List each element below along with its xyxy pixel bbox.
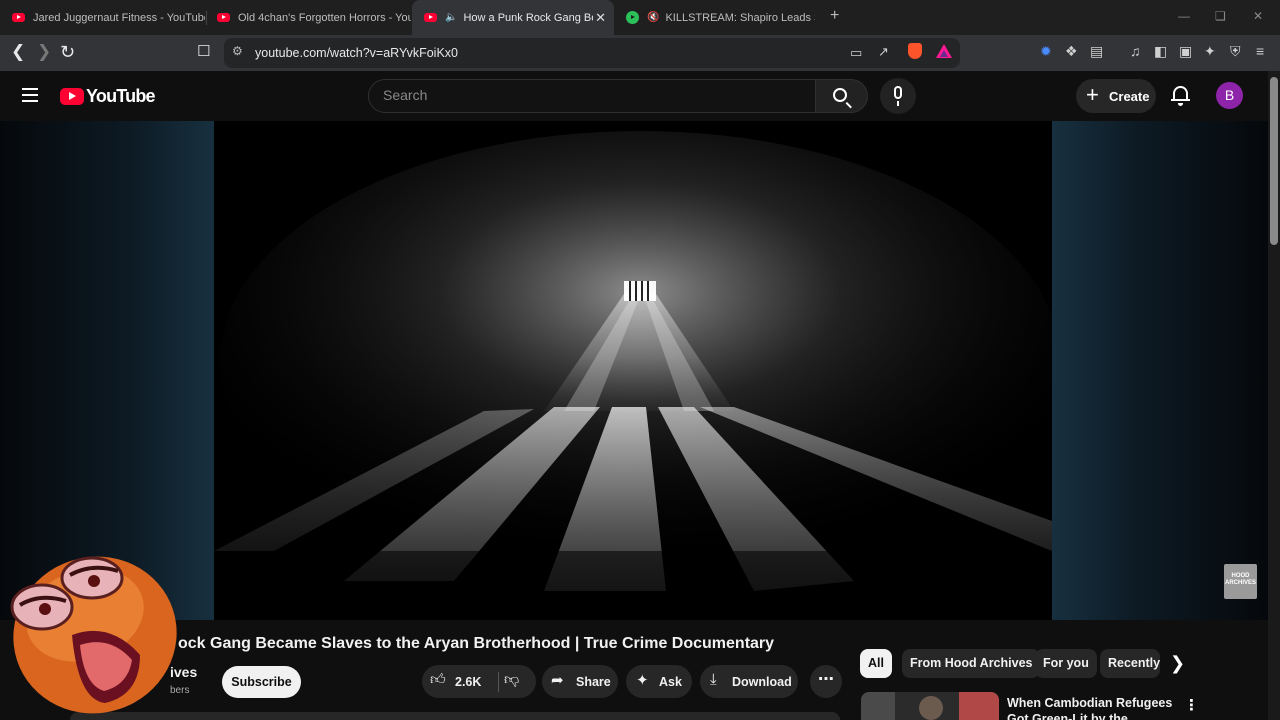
hamburger-menu-icon[interactable] bbox=[22, 88, 38, 102]
create-button[interactable]: + Create bbox=[1076, 79, 1156, 113]
scrollbar-thumb[interactable] bbox=[1270, 77, 1278, 245]
like-divider bbox=[498, 672, 499, 692]
bookmark-icon[interactable]: ☐ bbox=[197, 42, 210, 62]
page-scrollbar[interactable] bbox=[1268, 71, 1280, 720]
description-box[interactable] bbox=[70, 712, 840, 720]
youtube-favicon-icon bbox=[12, 13, 25, 22]
search-input[interactable] bbox=[383, 87, 783, 103]
tab-title: Jared Juggernaut Fitness - YouTube bbox=[33, 11, 205, 24]
chip-for-you[interactable]: For you bbox=[1035, 649, 1097, 678]
share-page-icon[interactable]: ↗ bbox=[878, 44, 889, 60]
window-bars bbox=[624, 281, 656, 301]
wallet-icon[interactable]: ▣ bbox=[1179, 43, 1192, 60]
like-dislike-group: 👍︎ 2.6K 👎︎ bbox=[422, 665, 536, 698]
share-arrow-icon: ➦ bbox=[551, 672, 564, 689]
media-music-icon[interactable]: ♫ bbox=[1130, 43, 1141, 59]
browser-toolbar: ❮ ❯ ↻ ☐ ⚙ youtube.com/watch?v=aRYvkFoiKx… bbox=[0, 35, 1280, 71]
browser-tab[interactable]: 🔇 KILLSTREAM: Shapiro Leads Sma bbox=[614, 0, 820, 35]
forward-arrow-icon[interactable]: ❯ bbox=[37, 42, 51, 62]
new-tab-plus-icon[interactable]: + bbox=[830, 7, 839, 25]
logo-wordmark: YouTube bbox=[86, 86, 156, 106]
audio-playing-icon[interactable]: 🔈 bbox=[445, 12, 457, 23]
rumble-favicon-icon bbox=[626, 11, 639, 24]
like-thumb-icon[interactable]: 👍︎ bbox=[430, 671, 446, 689]
youtube-header: YouTube + Create B bbox=[0, 71, 1268, 121]
restore-icon[interactable]: ❏ bbox=[1215, 9, 1226, 23]
channel-watermark[interactable]: HOOD ARCHIVES bbox=[1224, 564, 1257, 599]
search-box bbox=[368, 79, 816, 113]
more-actions-icon[interactable]: ⋯ bbox=[810, 665, 842, 698]
share-button[interactable]: ➦ Share bbox=[542, 665, 618, 698]
url-text: youtube.com/watch?v=aRYvkFoiKx0 bbox=[255, 46, 459, 60]
related-more-icon[interactable]: ⋮ bbox=[1184, 696, 1199, 714]
close-tab-icon[interactable]: ✕ bbox=[595, 10, 606, 26]
extension-gear-icon[interactable]: ✹ bbox=[1040, 43, 1052, 60]
youtube-favicon-icon bbox=[424, 13, 437, 22]
related-video-thumbnail[interactable] bbox=[861, 692, 999, 720]
sidebar-toggle-icon[interactable]: ◧ bbox=[1154, 43, 1167, 60]
video-player[interactable]: HOOD ARCHIVES bbox=[0, 121, 1268, 620]
like-count[interactable]: 2.6K bbox=[455, 675, 481, 689]
related-video-title[interactable]: When Cambodian Refugees Got Green-Lit by… bbox=[1007, 695, 1179, 720]
ambient-glow-right bbox=[1052, 121, 1268, 620]
voice-search-button[interactable] bbox=[880, 78, 916, 114]
video-frame[interactable] bbox=[214, 121, 1052, 620]
window-close-icon[interactable]: ✕ bbox=[1253, 9, 1263, 23]
dislike-thumb-icon[interactable]: 👎︎ bbox=[504, 671, 519, 689]
video-frame-image bbox=[214, 121, 1052, 620]
chip-all[interactable]: All bbox=[860, 649, 892, 678]
chip-recently[interactable]: Recently bbox=[1100, 649, 1160, 678]
youtube-favicon-icon bbox=[217, 13, 230, 22]
chip-from-channel[interactable]: From Hood Archives bbox=[902, 649, 1041, 678]
ask-label: Ask bbox=[659, 675, 682, 689]
back-arrow-icon[interactable]: ❮ bbox=[11, 42, 25, 62]
plus-icon: + bbox=[1086, 82, 1099, 107]
address-bar[interactable]: ⚙ youtube.com/watch?v=aRYvkFoiKx0 ▭ ↗ bbox=[224, 38, 960, 68]
notifications-bell-icon[interactable] bbox=[1171, 86, 1190, 106]
download-button[interactable]: ⤓ Download bbox=[700, 665, 798, 698]
download-icon: ⤓ bbox=[710, 671, 717, 688]
muted-audio-icon[interactable]: 🔇 bbox=[647, 12, 659, 23]
site-settings-icon[interactable]: ⚙ bbox=[232, 44, 243, 58]
account-avatar[interactable]: B bbox=[1216, 82, 1243, 109]
minimize-icon[interactable]: — bbox=[1178, 9, 1190, 23]
leo-ai-icon[interactable]: ✦ bbox=[1204, 43, 1216, 60]
create-label: Create bbox=[1109, 89, 1150, 104]
vpn-shield-icon[interactable]: ⛨ bbox=[1230, 43, 1241, 60]
extensions-puzzle-icon[interactable]: ❖ bbox=[1065, 43, 1078, 60]
tab-title: KILLSTREAM: Shapiro Leads Sma bbox=[665, 11, 815, 24]
reading-view-icon[interactable]: ▤ bbox=[1090, 43, 1103, 60]
sparkle-icon: ✦ bbox=[636, 672, 649, 689]
browser-tab-strip: Jared Juggernaut Fitness - YouTube Old 4… bbox=[0, 0, 1280, 35]
tab-title: How a Punk Rock Gang Becam bbox=[463, 11, 593, 24]
ask-button[interactable]: ✦ Ask bbox=[626, 665, 692, 698]
chevron-right-icon[interactable]: ❯ bbox=[1170, 653, 1185, 674]
youtube-logo[interactable]: YouTube bbox=[60, 86, 156, 107]
search-button[interactable] bbox=[816, 79, 868, 113]
download-label: Download bbox=[732, 675, 792, 689]
browser-tab-active[interactable]: 🔈 How a Punk Rock Gang Becam ✕ bbox=[412, 0, 614, 35]
browser-tab[interactable]: Old 4chan's Forgotten Horrors - YouT bbox=[205, 0, 411, 35]
browser-menu-icon[interactable]: ≡ bbox=[1256, 43, 1264, 59]
angry-emoji-sticker bbox=[10, 556, 177, 714]
microphone-icon bbox=[894, 86, 902, 106]
video-title: ock Gang Became Slaves to the Aryan Brot… bbox=[178, 635, 775, 652]
cast-icon[interactable]: ▭ bbox=[850, 45, 862, 61]
subscribe-button[interactable]: Subscribe bbox=[222, 666, 301, 698]
share-label: Share bbox=[576, 675, 611, 689]
brave-shields-icon[interactable] bbox=[908, 43, 922, 59]
youtube-play-icon bbox=[60, 88, 84, 105]
browser-tab[interactable]: Jared Juggernaut Fitness - YouTube bbox=[0, 0, 205, 35]
brave-rewards-icon[interactable] bbox=[936, 44, 952, 58]
tab-title: Old 4chan's Forgotten Horrors - YouT bbox=[238, 11, 411, 24]
reload-icon[interactable]: ↻ bbox=[60, 42, 75, 62]
search-icon bbox=[833, 88, 847, 102]
